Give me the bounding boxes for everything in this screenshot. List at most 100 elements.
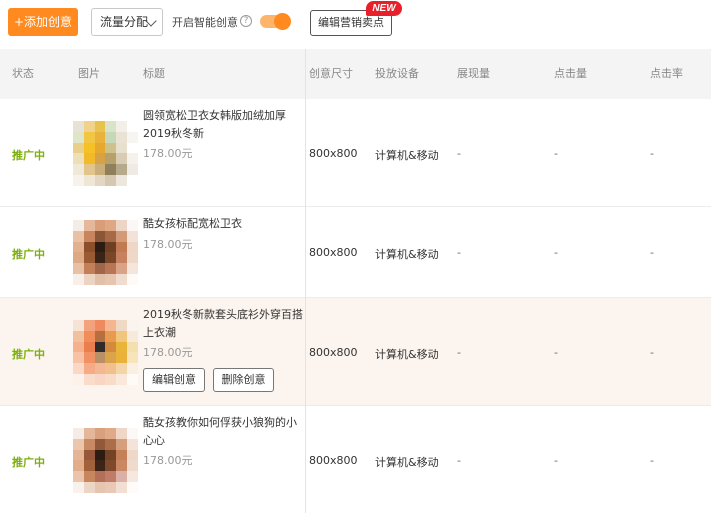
thumbnail-pixel [83,374,95,385]
creative-device: 计算机&移动 [375,456,439,469]
thumbnail-pixel [73,131,84,143]
product-thumbnail[interactable] [73,428,138,493]
thumbnail-pixel [83,164,95,176]
thumbnail-pixel [127,460,138,472]
thumbnail-pixel [116,330,128,342]
thumbnail-pixel [73,220,84,231]
header-clicks: 点击量 [554,67,587,80]
creative-size: 800x800 [309,346,358,359]
impressions-value: - [457,454,461,467]
creative-device: 计算机&移动 [375,149,439,162]
creative-price: 178.00元 [143,238,193,251]
thumbnail-pixel [73,449,84,461]
thumbnail-pixel [83,482,95,493]
thumbnail-pixel [73,330,84,342]
edit-creative-button[interactable]: 编辑创意 [143,368,205,392]
thumbnail-pixel [73,175,84,186]
thumbnail-pixel [116,175,128,186]
thumbnail-pixel [73,274,84,285]
thumbnail-pixel [83,449,95,461]
thumbnail-pixel [116,438,128,450]
thumbnail-pixel [105,471,117,483]
thumbnail-pixel [116,153,128,165]
thumbnail-pixel [73,363,84,375]
thumbnail-pixel [127,230,138,242]
toolbar: +添加创意 流量分配 开启智能创意 ? 编辑营销卖点 NEW [0,0,723,46]
header-ctr: 点击率 [650,67,683,80]
thumbnail-pixel [83,230,95,242]
thumbnail-pixel [83,142,95,154]
thumbnail-pixel [116,363,128,375]
thumbnail-pixel [83,274,95,285]
traffic-allocation-label: 流量分配 [100,15,149,29]
impressions-value: - [457,246,461,259]
thumbnail-pixel [94,274,106,285]
thumbnail-pixel [83,263,95,275]
table-header: 状态 图片 标题 创意尺寸 投放设备 展现量 点击量 点击率 [0,49,711,99]
thumbnail-pixel [116,252,128,264]
thumbnail-pixel [94,352,106,364]
creative-table: 状态 图片 标题 创意尺寸 投放设备 展现量 点击量 点击率 [0,49,711,99]
thumbnail-pixel [73,252,84,264]
product-thumbnail[interactable] [73,220,138,285]
thumbnail-pixel [105,428,117,439]
thumbnail-pixel [127,471,138,483]
creative-title: 酷女孩标配宽松卫衣 [143,217,242,230]
table-row[interactable]: 推广中 2019秋冬新款套头底衫外穿百搭上衣潮 178.00元 编辑创意 删除创… [0,298,711,406]
thumbnail-pixel [105,164,117,176]
thumbnail-pixel [94,374,106,385]
thumbnail-pixel [127,341,138,353]
table-row[interactable]: 推广中 酷女孩教你如何俘获小狼狗的小心心 178.00元 800x800 计算机… [0,406,711,513]
thumbnail-pixel [127,438,138,450]
thumbnail-pixel [127,142,138,154]
thumbnail-pixel [94,460,106,472]
product-thumbnail[interactable] [73,121,138,186]
clicks-value: - [554,246,558,259]
creative-size: 800x800 [309,454,358,467]
help-icon[interactable]: ? [240,15,252,27]
creative-device: 计算机&移动 [375,248,439,261]
traffic-allocation-dropdown[interactable]: 流量分配 [91,8,163,36]
status-badge: 推广中 [12,348,45,361]
thumbnail-pixel [73,460,84,472]
thumbnail-pixel [116,449,128,461]
thumbnail-pixel [73,230,84,242]
thumbnail-pixel [83,241,95,253]
thumbnail-pixel [127,352,138,364]
thumbnail-pixel [116,352,128,364]
table-row[interactable]: 推广中 酷女孩标配宽松卫衣 178.00元 800x800 计算机&移动 - -… [0,207,711,298]
thumbnail-pixel [127,428,138,439]
smart-creative-toggle[interactable] [260,13,291,30]
thumbnail-pixel [83,428,95,439]
thumbnail-pixel [94,438,106,450]
thumbnail-pixel [116,220,128,231]
thumbnail-pixel [105,131,117,143]
thumbnail-pixel [73,142,84,154]
thumbnail-pixel [94,175,106,186]
thumbnail-pixel [116,274,128,285]
thumbnail-pixel [73,153,84,165]
toggle-knob [274,13,291,30]
thumbnail-pixel [105,241,117,253]
thumbnail-pixel [116,374,128,385]
thumbnail-pixel [127,449,138,461]
clicks-value: - [554,147,558,160]
thumbnail-pixel [127,121,138,132]
table-row[interactable]: 推广中 圆领宽松卫衣女韩版加绒加厚2019秋冬新 178.00元 800x800… [0,99,711,207]
thumbnail-pixel [127,164,138,176]
thumbnail-pixel [73,121,84,132]
thumbnail-pixel [105,230,117,242]
delete-creative-button[interactable]: 删除创意 [213,368,274,392]
thumbnail-pixel [105,482,117,493]
thumbnail-pixel [116,241,128,253]
thumbnail-pixel [105,363,117,375]
thumbnail-pixel [94,428,106,439]
thumbnail-pixel [127,153,138,165]
thumbnail-pixel [127,241,138,253]
creative-title: 2019秋冬新款套头底衫外穿百搭上衣潮 [143,308,303,339]
add-creative-button[interactable]: +添加创意 [8,8,78,36]
ctr-value: - [650,246,654,259]
thumbnail-pixel [105,352,117,364]
product-thumbnail[interactable] [73,320,138,385]
new-badge: NEW [366,1,402,16]
